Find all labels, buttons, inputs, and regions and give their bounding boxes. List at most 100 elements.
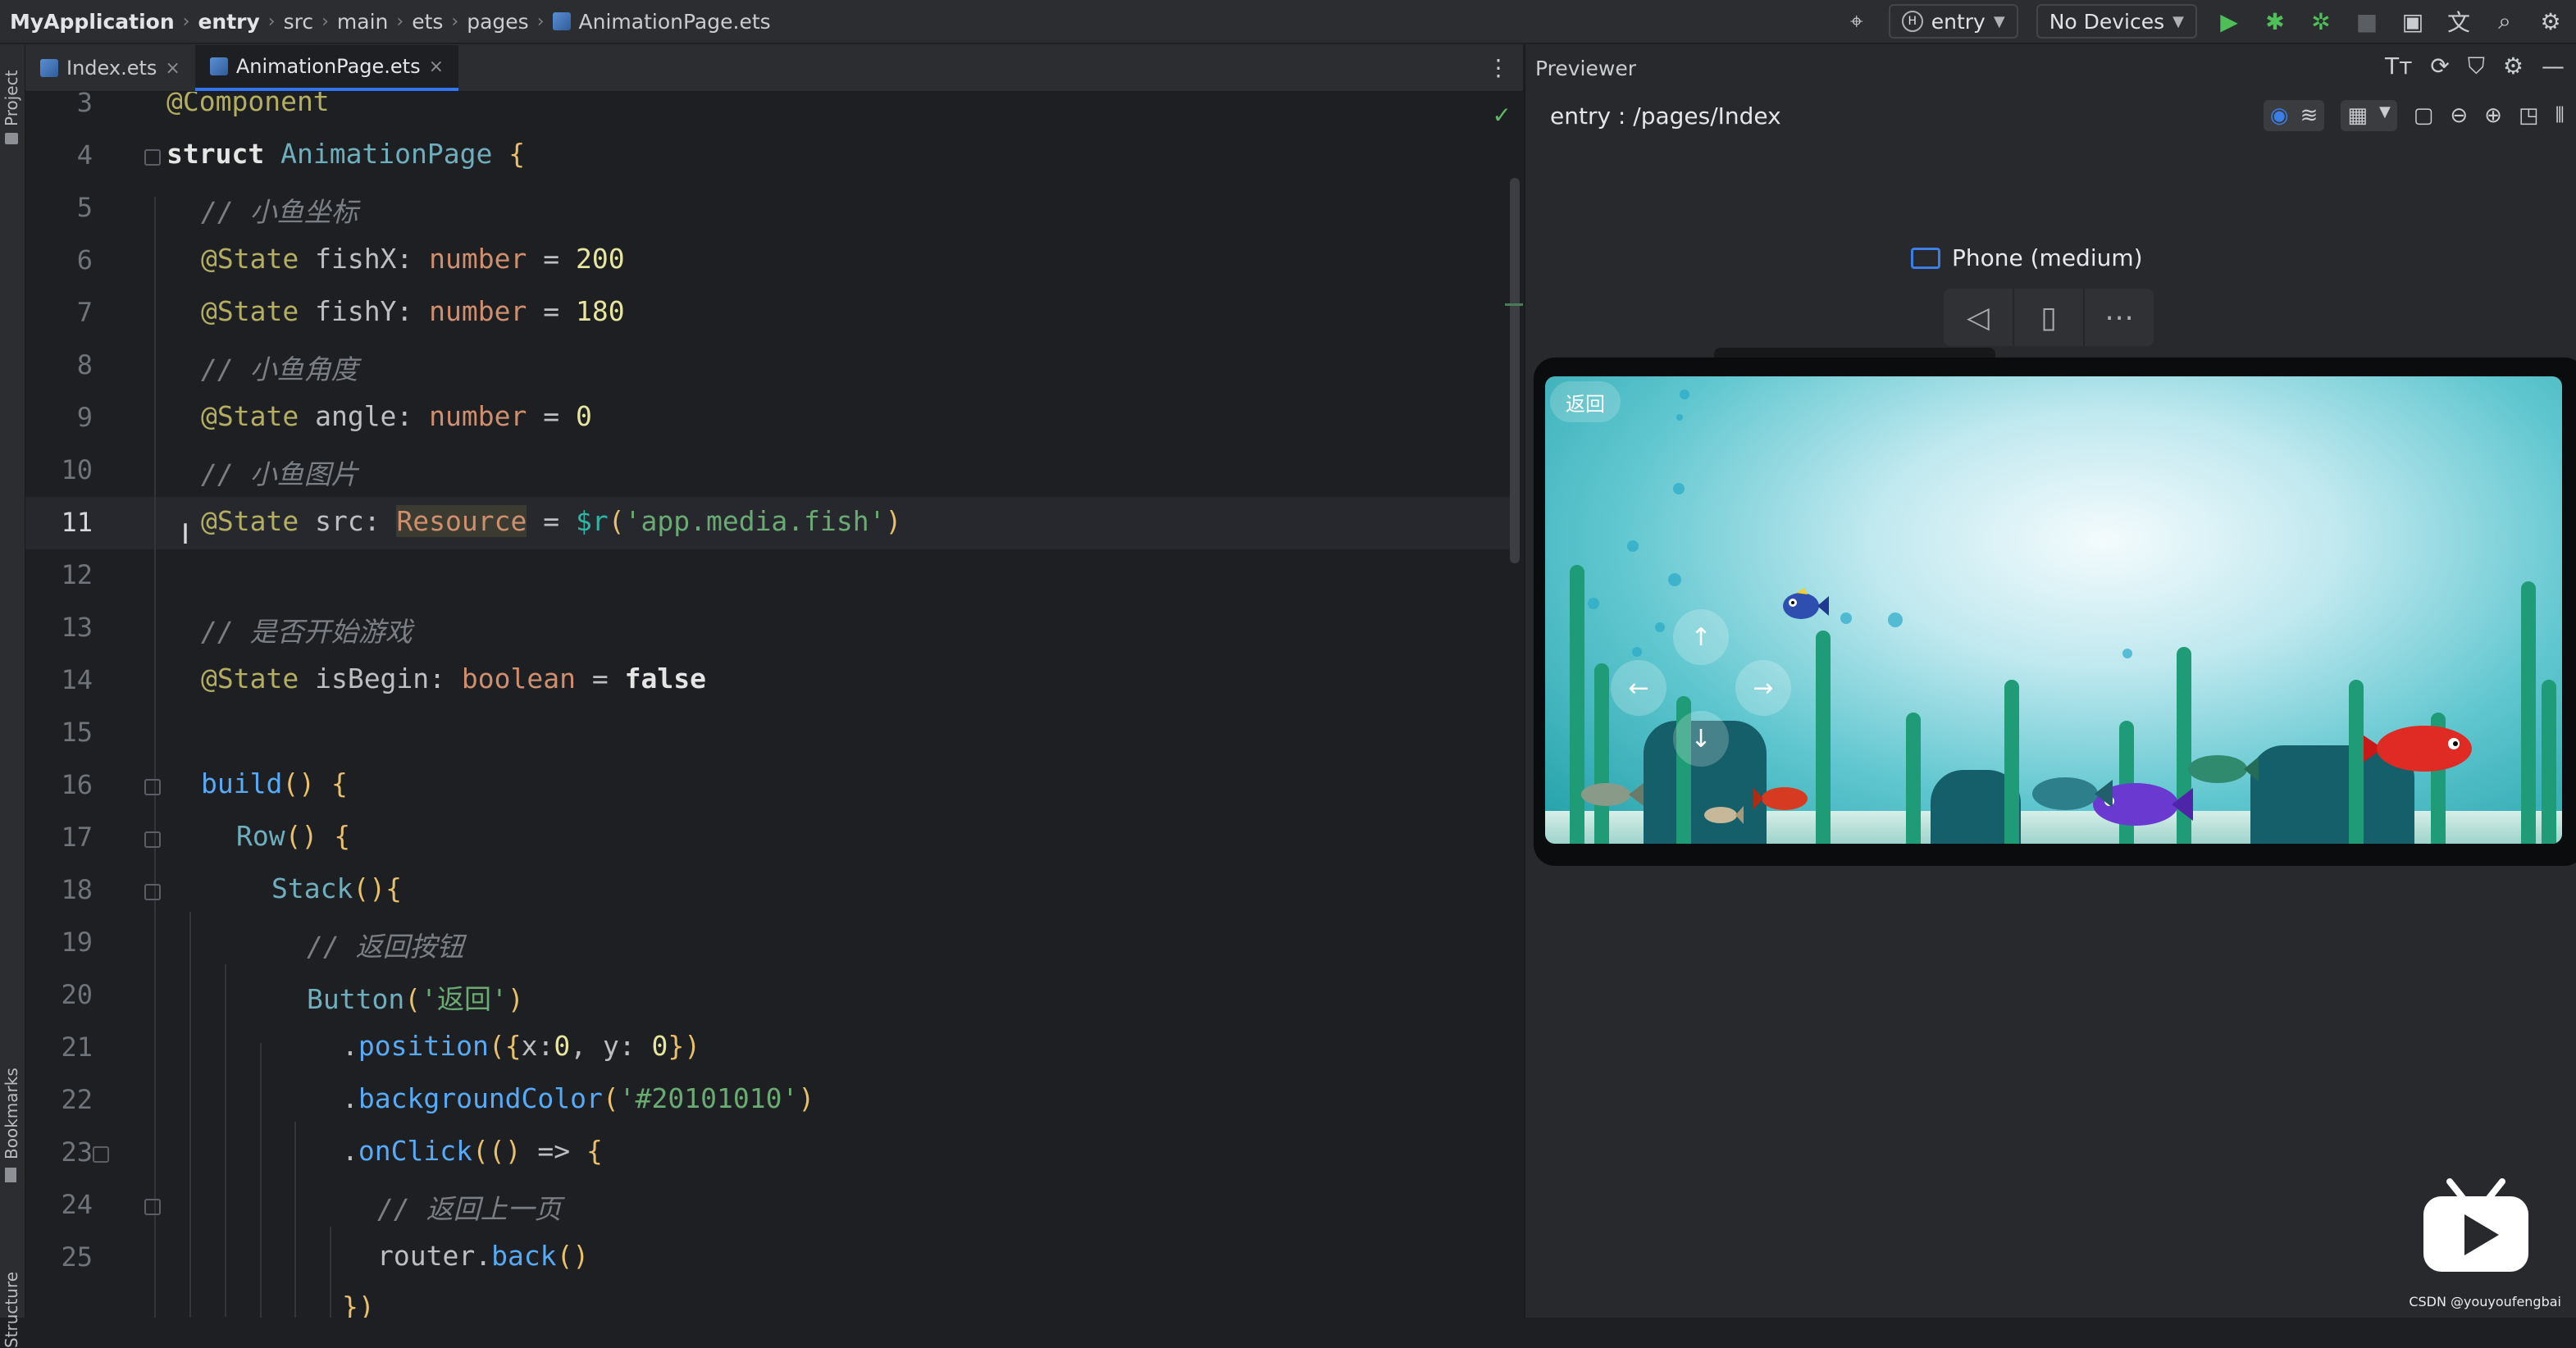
back-button[interactable]: 返回	[1550, 381, 1621, 422]
file-icon	[552, 12, 571, 30]
run-icon[interactable]: ▶	[2215, 7, 2243, 35]
fold-marker[interactable]	[144, 779, 161, 795]
line-number: 21	[61, 1031, 93, 1063]
chevron-right-icon: ›	[182, 11, 190, 32]
debug-icon[interactable]: ✱	[2261, 7, 2289, 35]
move-up-button[interactable]: ↑	[1673, 609, 1729, 665]
search-icon[interactable]: ⌕	[2491, 7, 2519, 35]
move-down-button[interactable]: ↓	[1673, 711, 1729, 767]
tab-animation-page[interactable]: AnimationPage.ets ×	[194, 45, 459, 91]
structure-tool-button[interactable]: Structure	[2, 1272, 21, 1348]
line-number: 10	[61, 454, 93, 485]
zoom-in-icon[interactable]: ⊕	[2484, 103, 2502, 128]
code-line-13: // 是否开始游戏	[201, 616, 413, 648]
previewer-route-bar: entry : /pages/Index ◉ ≋ ▦ ▼ ▢ ⊖ ⊕ ◳ ⦀	[1525, 92, 2576, 139]
beige-fish	[1701, 803, 1744, 827]
bubble	[1627, 540, 1639, 552]
bookmarks-tool-button[interactable]: Bookmarks	[2, 1068, 21, 1159]
chevron-down-icon: ▼	[2173, 12, 2184, 30]
font-size-icon[interactable]: Tт	[2385, 52, 2412, 80]
original-size-icon[interactable]: ◳	[2519, 103, 2539, 128]
device-select[interactable]: No Devices ▼	[2036, 4, 2197, 39]
project-tool-button[interactable]: Project	[2, 71, 21, 126]
line-number: 16	[61, 769, 93, 800]
breadcrumb-main[interactable]: main	[337, 10, 388, 34]
rotate-device-icon[interactable]: ▯	[2014, 289, 2085, 346]
fit-screen-icon[interactable]: ▢	[2414, 103, 2434, 128]
breadcrumb-project[interactable]: MyApplication	[10, 10, 175, 34]
breadcrumb-pages[interactable]: pages	[467, 10, 528, 34]
bubble	[1840, 613, 1852, 624]
indent-guide	[189, 912, 191, 1318]
eye-icon[interactable]: ◉	[2270, 103, 2289, 128]
code-line-7: @State fishY: number = 180	[201, 295, 625, 327]
move-right-button[interactable]: →	[1735, 660, 1791, 716]
code-line-5: // 小鱼坐标	[201, 196, 358, 228]
more-options-icon[interactable]: ⋮	[1487, 54, 1510, 81]
code-line-22: .backgroundColor('#20101010')	[342, 1082, 815, 1114]
line-number: 15	[61, 717, 93, 748]
line-number: 25	[61, 1241, 93, 1273]
settings-icon[interactable]: ⚙	[2503, 52, 2524, 80]
breadcrumb-ets[interactable]: ets	[412, 10, 443, 34]
attach-debugger-icon[interactable]: ✲	[2307, 7, 2335, 35]
layers-icon[interactable]: ≋	[2300, 103, 2318, 128]
fold-marker[interactable]	[144, 884, 161, 900]
module-select[interactable]: H entry ▼	[1888, 4, 2018, 39]
preview-route: entry : /pages/Index	[1550, 102, 1781, 130]
vertical-scrollbar[interactable]	[1510, 178, 1520, 563]
code-line-9: @State angle: number = 0	[201, 400, 592, 432]
grid-select[interactable]: ▦ ▼	[2341, 100, 2397, 131]
line-number: 13	[61, 612, 93, 643]
view-mode-toggle[interactable]: ◉ ≋	[2263, 100, 2325, 131]
breadcrumb-src[interactable]: src	[284, 10, 314, 34]
ruler-icon[interactable]: ⦀	[2555, 103, 2565, 129]
close-icon[interactable]: ×	[429, 57, 444, 77]
code-editor[interactable]: 3 4 5 6 7 8 9 10 11 12 13 14 15 16 17 18…	[25, 92, 1523, 1318]
back-triangle-icon[interactable]: ◁	[1944, 289, 2014, 346]
close-icon[interactable]: ×	[165, 58, 180, 79]
minimize-icon[interactable]: —	[2542, 52, 2565, 80]
seaweed	[1906, 713, 1921, 844]
previewer-panel: Previewer Tт ⟳ ⛉ ⚙ — entry : /pages/Inde…	[1524, 44, 2576, 1318]
module-icon: H	[1901, 11, 1923, 32]
tab-label: Index.ets	[66, 57, 157, 80]
bookmark-marker[interactable]	[93, 1146, 109, 1163]
bubble	[1673, 483, 1685, 494]
watermark: CSDN @youyoufengbai	[2409, 1294, 2561, 1309]
line-number: 5	[76, 192, 93, 223]
translate-icon[interactable]: 文	[2445, 7, 2473, 36]
tab-index[interactable]: Index.ets ×	[25, 45, 195, 91]
move-left-button[interactable]: ←	[1611, 660, 1666, 716]
line-number: 22	[61, 1084, 93, 1115]
fold-marker[interactable]	[144, 149, 161, 166]
tool-window-strip: Project Bookmarks Structure	[0, 44, 25, 1348]
chevron-down-icon: ▼	[1993, 12, 2005, 30]
fold-marker[interactable]	[144, 1199, 161, 1215]
zoom-out-icon[interactable]: ⊖	[2450, 103, 2468, 128]
line-number: 9	[76, 402, 93, 433]
breadcrumb: MyApplication › entry › src › main › ets…	[0, 10, 771, 34]
more-icon[interactable]: ⋯	[2085, 289, 2154, 346]
target-icon[interactable]: ⌖	[1843, 7, 1871, 35]
file-icon	[209, 57, 228, 75]
stop-icon[interactable]: ■	[2353, 7, 2381, 35]
previewer-title: Previewer	[1535, 56, 1636, 80]
device-manager-icon[interactable]: ▣	[2399, 7, 2427, 35]
chevron-right-icon: ›	[536, 11, 545, 32]
indent-guide	[330, 1227, 331, 1318]
grey-fish	[1578, 778, 1644, 811]
inspector-icon[interactable]: ⛉	[2468, 52, 2485, 80]
red-fish	[2364, 719, 2475, 778]
breadcrumb-module[interactable]: entry	[198, 10, 259, 34]
seaweed	[2004, 680, 2019, 844]
bubble	[1888, 613, 1903, 627]
fold-marker[interactable]	[144, 831, 161, 848]
breadcrumb-file[interactable]: AnimationPage.ets	[579, 10, 771, 34]
text-cursor-icon: I	[181, 518, 190, 551]
app-screen[interactable]: 返回 ↑ ← → ↓	[1545, 376, 2562, 844]
refresh-icon[interactable]: ⟳	[2430, 52, 2449, 80]
code-line-10: // 小鱼图片	[201, 458, 358, 490]
settings-icon[interactable]: ⚙	[2537, 7, 2565, 35]
line-number: 14	[61, 664, 93, 695]
